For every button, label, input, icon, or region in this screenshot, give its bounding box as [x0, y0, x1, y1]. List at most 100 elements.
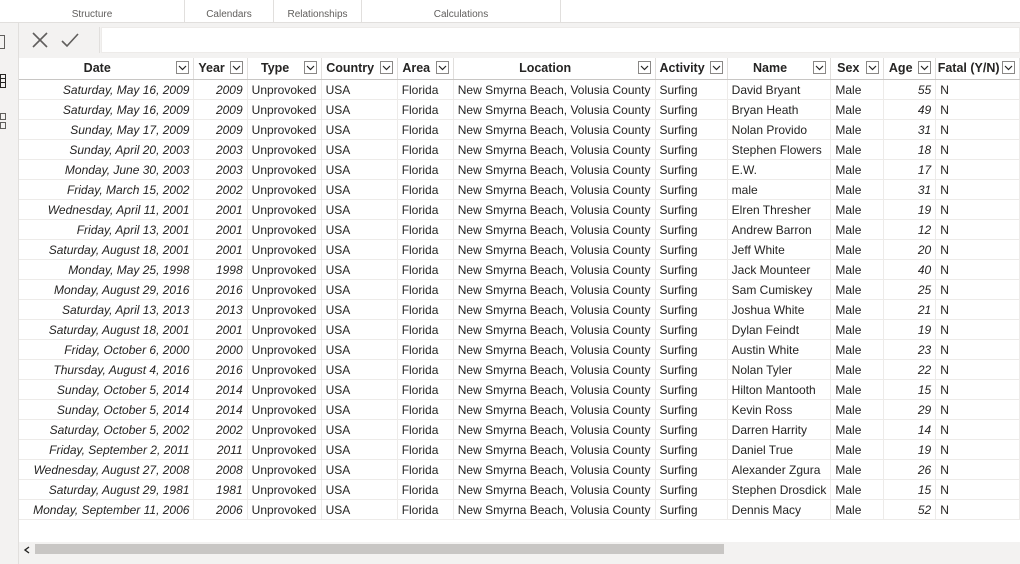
- cell-name[interactable]: E.W.: [727, 159, 832, 180]
- cell-area[interactable]: Florida: [397, 99, 454, 120]
- cell-location[interactable]: New Smyrna Beach, Volusia County: [453, 259, 656, 280]
- cell-type[interactable]: Unprovoked: [247, 79, 322, 100]
- cell-country[interactable]: USA: [321, 99, 398, 120]
- cell-sex[interactable]: Male: [830, 319, 885, 340]
- cell-year[interactable]: 2013: [193, 299, 248, 320]
- cell-location[interactable]: New Smyrna Beach, Volusia County: [453, 99, 656, 120]
- cell-name[interactable]: Darren Harrity: [727, 419, 832, 440]
- table-row[interactable]: Saturday, May 16, 2009 2009 Unprovoked USA F…: [19, 99, 1020, 120]
- cell-area[interactable]: Florida: [397, 279, 454, 300]
- cell-date[interactable]: Friday, October 6, 2000: [19, 339, 195, 360]
- cell-location[interactable]: New Smyrna Beach, Volusia County: [453, 159, 656, 180]
- horizontal-scrollbar[interactable]: [19, 542, 1020, 556]
- cell-country[interactable]: USA: [321, 459, 398, 480]
- cell-country[interactable]: USA: [321, 439, 398, 460]
- cell-date[interactable]: Saturday, April 13, 2013: [19, 299, 195, 320]
- cell-age[interactable]: 31: [883, 119, 937, 140]
- cell-country[interactable]: USA: [321, 279, 398, 300]
- cell-type[interactable]: Unprovoked: [247, 219, 322, 240]
- cell-year[interactable]: 2001: [193, 219, 248, 240]
- cell-type[interactable]: Unprovoked: [247, 399, 322, 420]
- cell-country[interactable]: USA: [321, 419, 398, 440]
- cell-age[interactable]: 12: [883, 219, 937, 240]
- cell-location[interactable]: New Smyrna Beach, Volusia County: [453, 219, 656, 240]
- cell-sex[interactable]: Male: [830, 439, 885, 460]
- cell-location[interactable]: New Smyrna Beach, Volusia County: [453, 499, 656, 520]
- cell-location[interactable]: New Smyrna Beach, Volusia County: [453, 419, 656, 440]
- cell-sex[interactable]: Male: [830, 479, 885, 500]
- table-row[interactable]: Friday, September 2, 2011 2011 Unprovoked U…: [19, 439, 1020, 460]
- column-header-area[interactable]: Area: [397, 58, 454, 80]
- cell-location[interactable]: New Smyrna Beach, Volusia County: [453, 319, 656, 340]
- cell-location[interactable]: New Smyrna Beach, Volusia County: [453, 139, 656, 160]
- cell-location[interactable]: New Smyrna Beach, Volusia County: [453, 459, 656, 480]
- cell-fatal[interactable]: N: [935, 379, 1020, 400]
- cell-area[interactable]: Florida: [397, 339, 454, 360]
- cell-type[interactable]: Unprovoked: [247, 259, 322, 280]
- cell-fatal[interactable]: N: [935, 79, 1020, 100]
- cell-age[interactable]: 31: [883, 179, 937, 200]
- cell-age[interactable]: 18: [883, 139, 937, 160]
- table-row[interactable]: Friday, April 13, 2001 2001 Unprovoked USA F…: [19, 219, 1020, 240]
- cell-type[interactable]: Unprovoked: [247, 159, 322, 180]
- cell-sex[interactable]: Male: [830, 239, 885, 260]
- cell-fatal[interactable]: N: [935, 279, 1020, 300]
- cell-fatal[interactable]: N: [935, 259, 1020, 280]
- cell-fatal[interactable]: N: [935, 339, 1020, 360]
- cell-fatal[interactable]: N: [935, 199, 1020, 220]
- chevron-down-icon[interactable]: [709, 61, 723, 74]
- cell-year[interactable]: 2001: [193, 239, 248, 260]
- cell-country[interactable]: USA: [321, 379, 398, 400]
- cell-fatal[interactable]: N: [935, 459, 1020, 480]
- cell-date[interactable]: Thursday, August 4, 2016: [19, 359, 195, 380]
- cell-date[interactable]: Friday, September 2, 2011: [19, 439, 195, 460]
- cell-activity[interactable]: Surfing: [655, 319, 728, 340]
- column-header-age[interactable]: Age: [883, 58, 937, 80]
- cell-country[interactable]: USA: [321, 179, 398, 200]
- table-row[interactable]: Saturday, August 18, 2001 2001 Unprovoked U…: [19, 239, 1020, 260]
- cell-sex[interactable]: Male: [830, 139, 885, 160]
- cell-country[interactable]: USA: [321, 119, 398, 140]
- cell-name[interactable]: Andrew Barron: [727, 219, 832, 240]
- cell-age[interactable]: 19: [883, 439, 937, 460]
- cell-country[interactable]: USA: [321, 499, 398, 520]
- cell-date[interactable]: Saturday, August 29, 1981: [19, 479, 195, 500]
- chevron-down-icon[interactable]: [229, 61, 243, 74]
- cell-country[interactable]: USA: [321, 139, 398, 160]
- table-row[interactable]: Thursday, August 4, 2016 2016 Unprovoked US…: [19, 359, 1020, 380]
- cell-country[interactable]: USA: [321, 219, 398, 240]
- table-row[interactable]: Monday, May 25, 1998 1998 Unprovoked USA Flo…: [19, 259, 1020, 280]
- cell-name[interactable]: Joshua White: [727, 299, 832, 320]
- cell-activity[interactable]: Surfing: [655, 99, 728, 120]
- cell-area[interactable]: Florida: [397, 179, 454, 200]
- cell-location[interactable]: New Smyrna Beach, Volusia County: [453, 299, 656, 320]
- cell-name[interactable]: Jack Mounteer: [727, 259, 832, 280]
- column-header-date[interactable]: Date: [19, 58, 195, 80]
- table-row[interactable]: Saturday, May 16, 2009 2009 Unprovoked USA F…: [19, 79, 1020, 100]
- cell-area[interactable]: Florida: [397, 79, 454, 100]
- cell-date[interactable]: Monday, June 30, 2003: [19, 159, 195, 180]
- cell-sex[interactable]: Male: [830, 419, 885, 440]
- cell-fatal[interactable]: N: [935, 439, 1020, 460]
- cell-date[interactable]: Saturday, August 18, 2001: [19, 239, 195, 260]
- column-header-sex[interactable]: Sex: [830, 58, 885, 80]
- cell-year[interactable]: 2002: [193, 179, 248, 200]
- cell-activity[interactable]: Surfing: [655, 199, 728, 220]
- cell-activity[interactable]: Surfing: [655, 219, 728, 240]
- cell-name[interactable]: Nolan Provido: [727, 119, 832, 140]
- cell-type[interactable]: Unprovoked: [247, 379, 322, 400]
- cell-date[interactable]: Saturday, August 18, 2001: [19, 319, 195, 340]
- column-header-activity[interactable]: Activity: [655, 58, 728, 80]
- cell-area[interactable]: Florida: [397, 359, 454, 380]
- cell-type[interactable]: Unprovoked: [247, 319, 322, 340]
- cell-country[interactable]: USA: [321, 239, 398, 260]
- cell-sex[interactable]: Male: [830, 299, 885, 320]
- cell-area[interactable]: Florida: [397, 499, 454, 520]
- cell-date[interactable]: Sunday, October 5, 2014: [19, 399, 195, 420]
- cell-year[interactable]: 2003: [193, 159, 248, 180]
- column-header-type[interactable]: Type: [247, 58, 322, 80]
- cell-area[interactable]: Florida: [397, 259, 454, 280]
- cell-year[interactable]: 2008: [193, 459, 248, 480]
- cell-date[interactable]: Monday, September 11, 2006: [19, 499, 195, 520]
- column-header-fatal[interactable]: Fatal (Y/N): [935, 58, 1020, 80]
